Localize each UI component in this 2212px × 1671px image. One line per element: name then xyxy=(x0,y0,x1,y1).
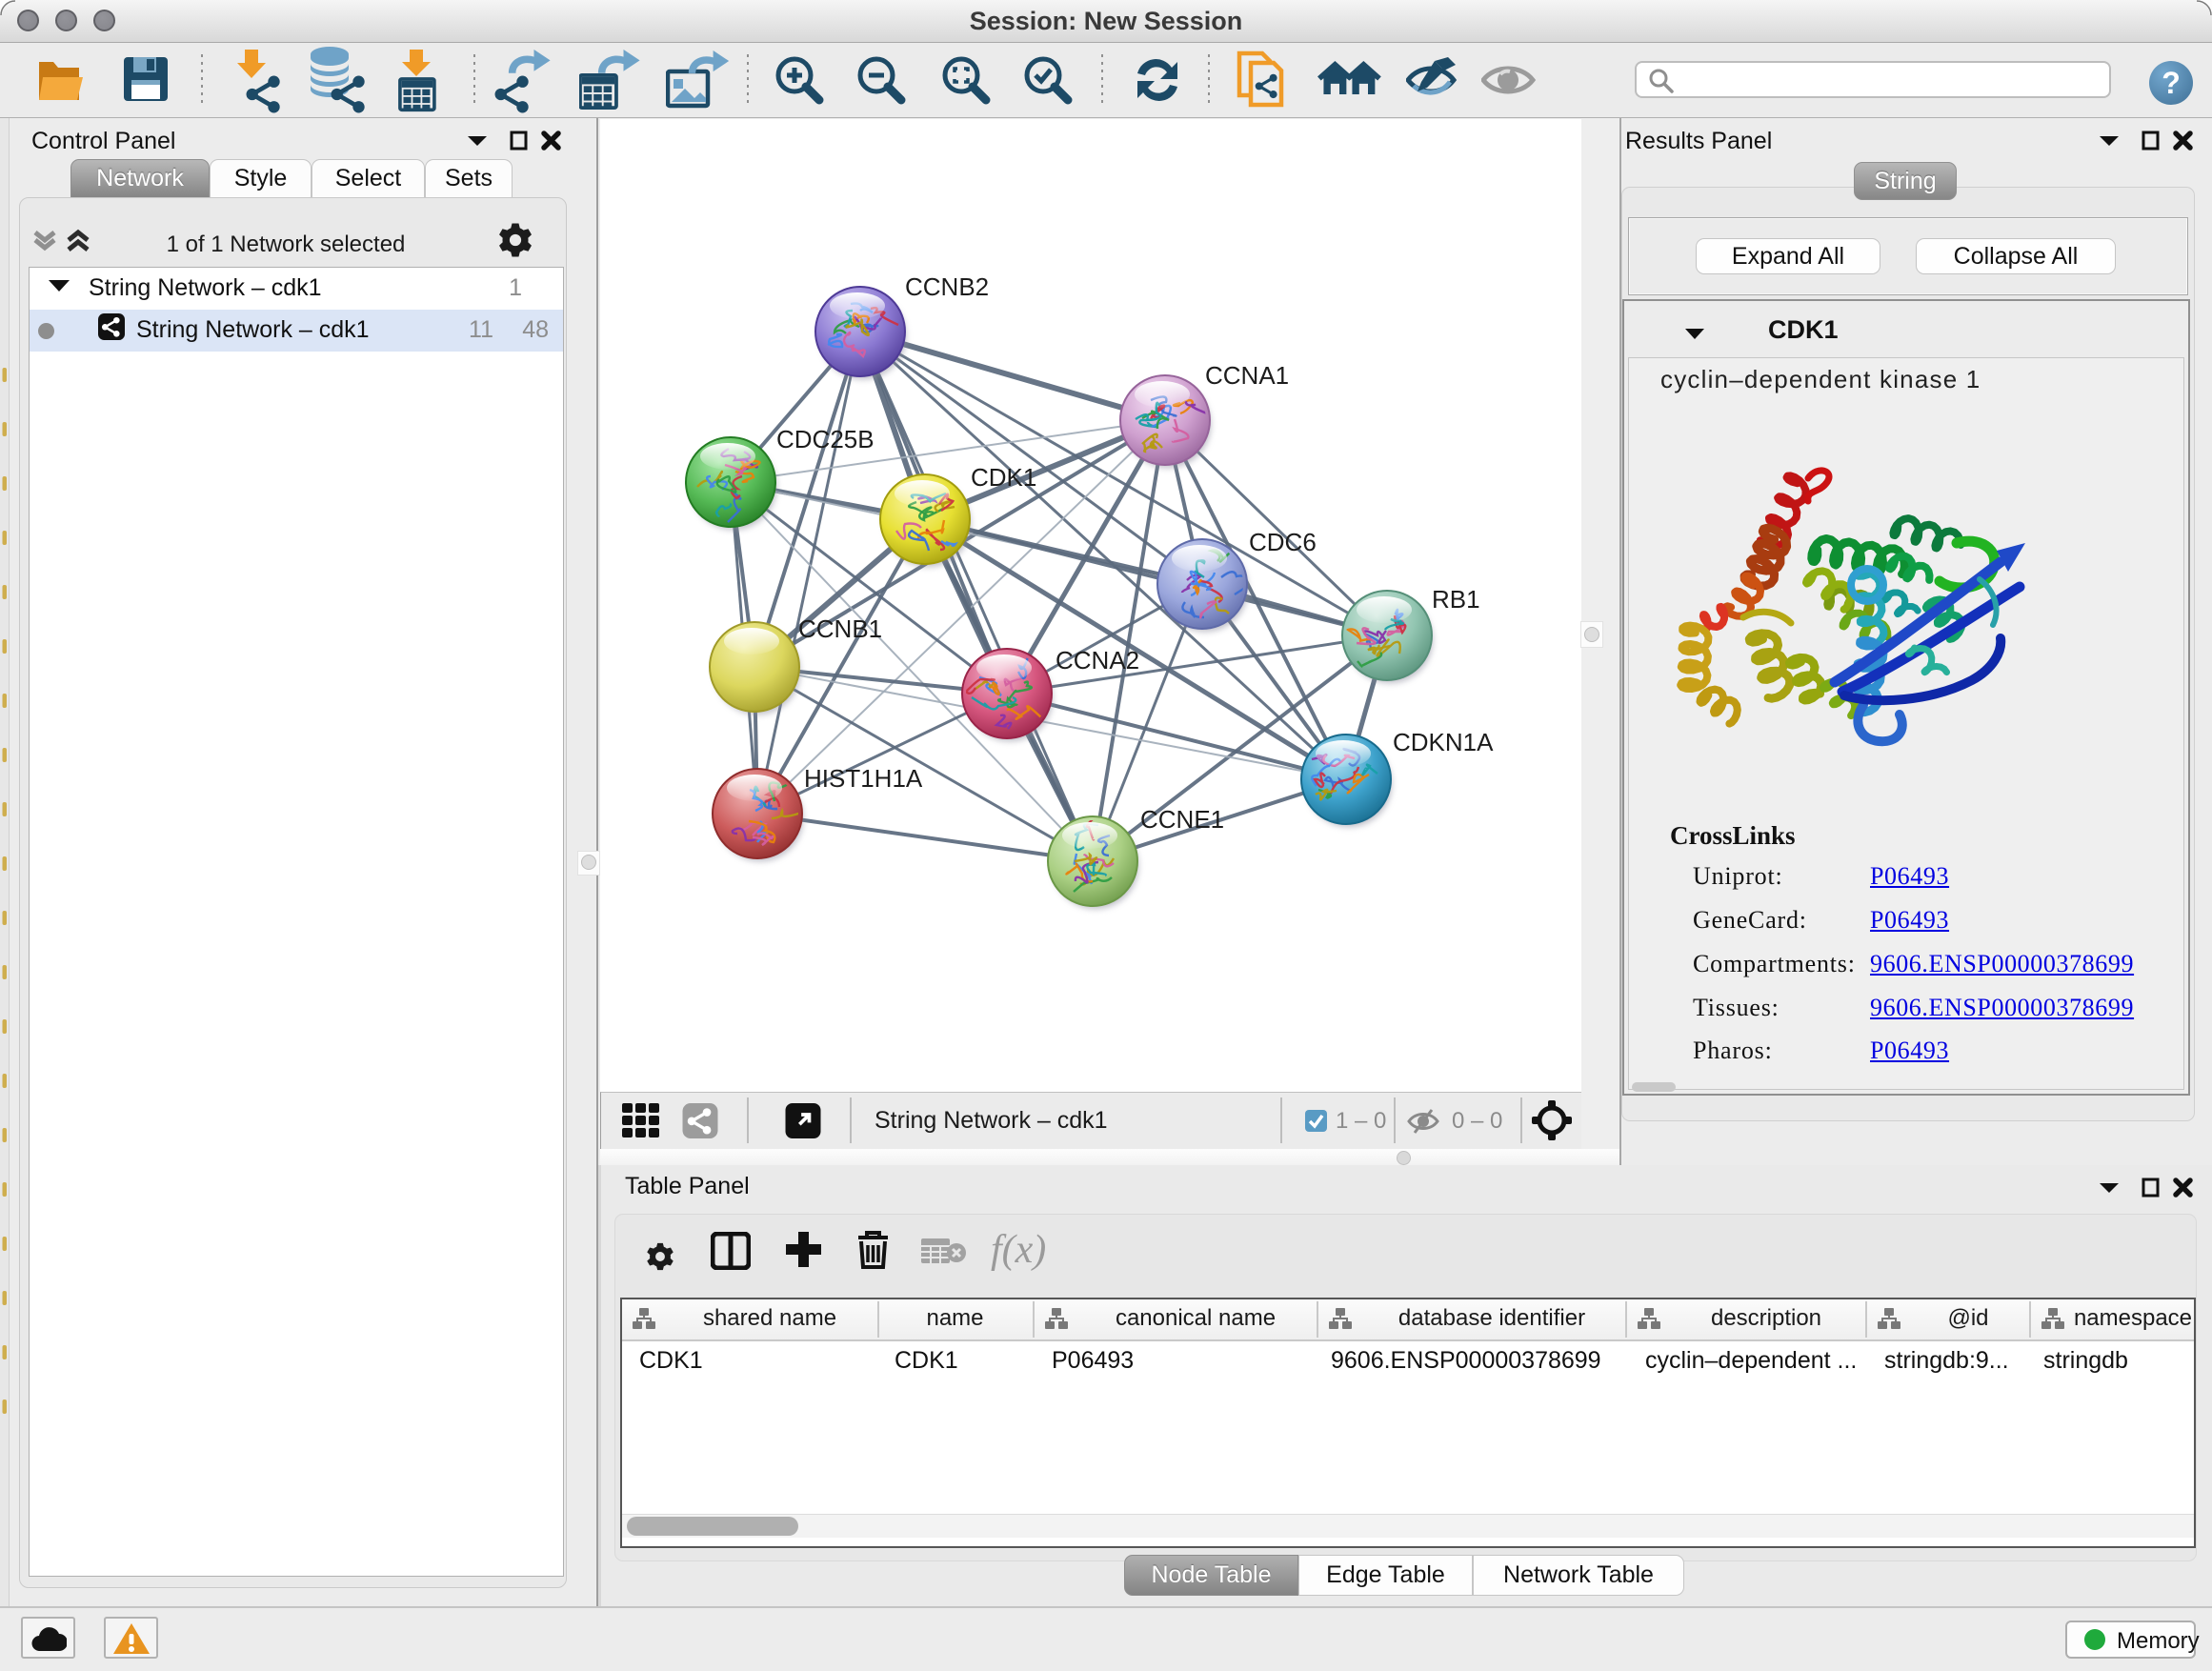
svg-text:CCNB1: CCNB1 xyxy=(798,614,882,643)
svg-text:HIST1H1A: HIST1H1A xyxy=(804,764,923,793)
svg-text:CCNA2: CCNA2 xyxy=(1056,646,1139,674)
svg-text:RB1: RB1 xyxy=(1432,585,1480,614)
svg-text:CCNA1: CCNA1 xyxy=(1205,361,1289,390)
svg-text:CCNB2: CCNB2 xyxy=(905,272,989,301)
svg-text:CCNE1: CCNE1 xyxy=(1140,805,1224,834)
svg-text:CDC25B: CDC25B xyxy=(776,425,875,453)
svg-text:CDK1: CDK1 xyxy=(971,463,1036,492)
svg-text:CDKN1A: CDKN1A xyxy=(1393,728,1494,756)
svg-text:CDC6: CDC6 xyxy=(1249,528,1317,556)
